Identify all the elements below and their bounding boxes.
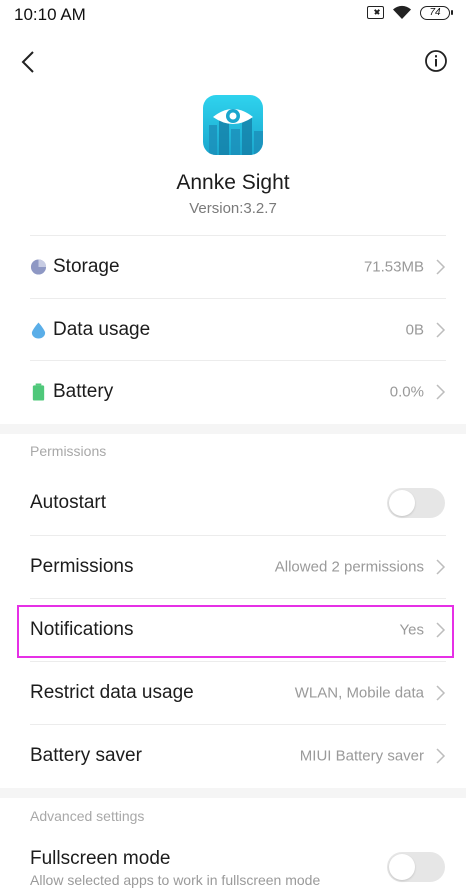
chevron-left-icon bbox=[21, 51, 34, 73]
section-gap bbox=[0, 788, 466, 798]
chevron-right-icon bbox=[436, 622, 446, 638]
storage-row[interactable]: Storage 71.53MB bbox=[0, 236, 466, 298]
pie-chart-icon bbox=[30, 259, 47, 275]
notifications-row[interactable]: Notifications Yes bbox=[0, 599, 466, 661]
chevron-right-icon bbox=[436, 748, 446, 764]
battery-saver-label: Battery saver bbox=[30, 745, 142, 766]
fullscreen-sublabel: Allow selected apps to work in fullscree… bbox=[30, 872, 321, 888]
status-icons: 74 bbox=[367, 5, 453, 20]
fullscreen-toggle[interactable] bbox=[387, 852, 445, 882]
notifications-label: Notifications bbox=[30, 619, 134, 640]
battery-saver-value: MIUI Battery saver bbox=[299, 747, 424, 765]
permissions-label: Permissions bbox=[30, 556, 134, 577]
no-sim-icon bbox=[367, 6, 384, 19]
info-button[interactable] bbox=[424, 49, 448, 73]
battery-label: Battery bbox=[53, 381, 114, 402]
chevron-right-icon bbox=[436, 685, 446, 701]
data-usage-label: Data usage bbox=[53, 319, 151, 340]
water-drop-icon bbox=[31, 322, 46, 339]
advanced-section-title: Advanced settings bbox=[30, 808, 145, 824]
permissions-section-title: Permissions bbox=[30, 443, 107, 459]
chevron-right-icon bbox=[436, 259, 446, 275]
app-header: Annke Sight Version:3.2.7 bbox=[0, 95, 466, 217]
battery-level-icon bbox=[32, 383, 45, 401]
autostart-label: Autostart bbox=[30, 492, 107, 513]
battery-icon: 74 bbox=[420, 5, 453, 20]
app-name: Annke Sight bbox=[176, 171, 290, 194]
battery-value: 0.0% bbox=[389, 383, 424, 401]
wifi-icon bbox=[393, 5, 411, 19]
chevron-right-icon bbox=[436, 559, 446, 575]
toggle-knob bbox=[389, 490, 415, 516]
app-version: Version:3.2.7 bbox=[189, 200, 277, 217]
notifications-value: Yes bbox=[399, 621, 424, 639]
permissions-value: Allowed 2 permissions bbox=[274, 558, 424, 576]
permissions-row[interactable]: Permissions Allowed 2 permissions bbox=[0, 536, 466, 598]
back-button[interactable] bbox=[18, 50, 42, 74]
chevron-right-icon bbox=[436, 322, 446, 338]
app-icon bbox=[203, 95, 263, 155]
status-bar: 10:10 AM 74 bbox=[0, 0, 466, 28]
status-time: 10:10 AM bbox=[14, 5, 86, 24]
restrict-data-usage-row[interactable]: Restrict data usage WLAN, Mobile data bbox=[0, 662, 466, 724]
data-usage-row[interactable]: Data usage 0B bbox=[0, 299, 466, 361]
chevron-right-icon bbox=[436, 384, 446, 400]
storage-label: Storage bbox=[53, 256, 120, 277]
toggle-knob bbox=[389, 854, 415, 880]
restrict-data-usage-label: Restrict data usage bbox=[30, 682, 194, 703]
battery-saver-row[interactable]: Battery saver MIUI Battery saver bbox=[0, 725, 466, 787]
data-usage-value: 0B bbox=[405, 321, 424, 339]
fullscreen-label: Fullscreen mode bbox=[30, 848, 171, 869]
restrict-data-usage-value: WLAN, Mobile data bbox=[294, 684, 424, 702]
top-bar bbox=[0, 40, 466, 84]
battery-row[interactable]: Battery 0.0% bbox=[0, 361, 466, 423]
storage-value: 71.53MB bbox=[363, 258, 424, 276]
autostart-toggle[interactable] bbox=[387, 488, 445, 518]
section-gap bbox=[0, 424, 466, 434]
autostart-row[interactable]: Autostart bbox=[0, 472, 466, 534]
